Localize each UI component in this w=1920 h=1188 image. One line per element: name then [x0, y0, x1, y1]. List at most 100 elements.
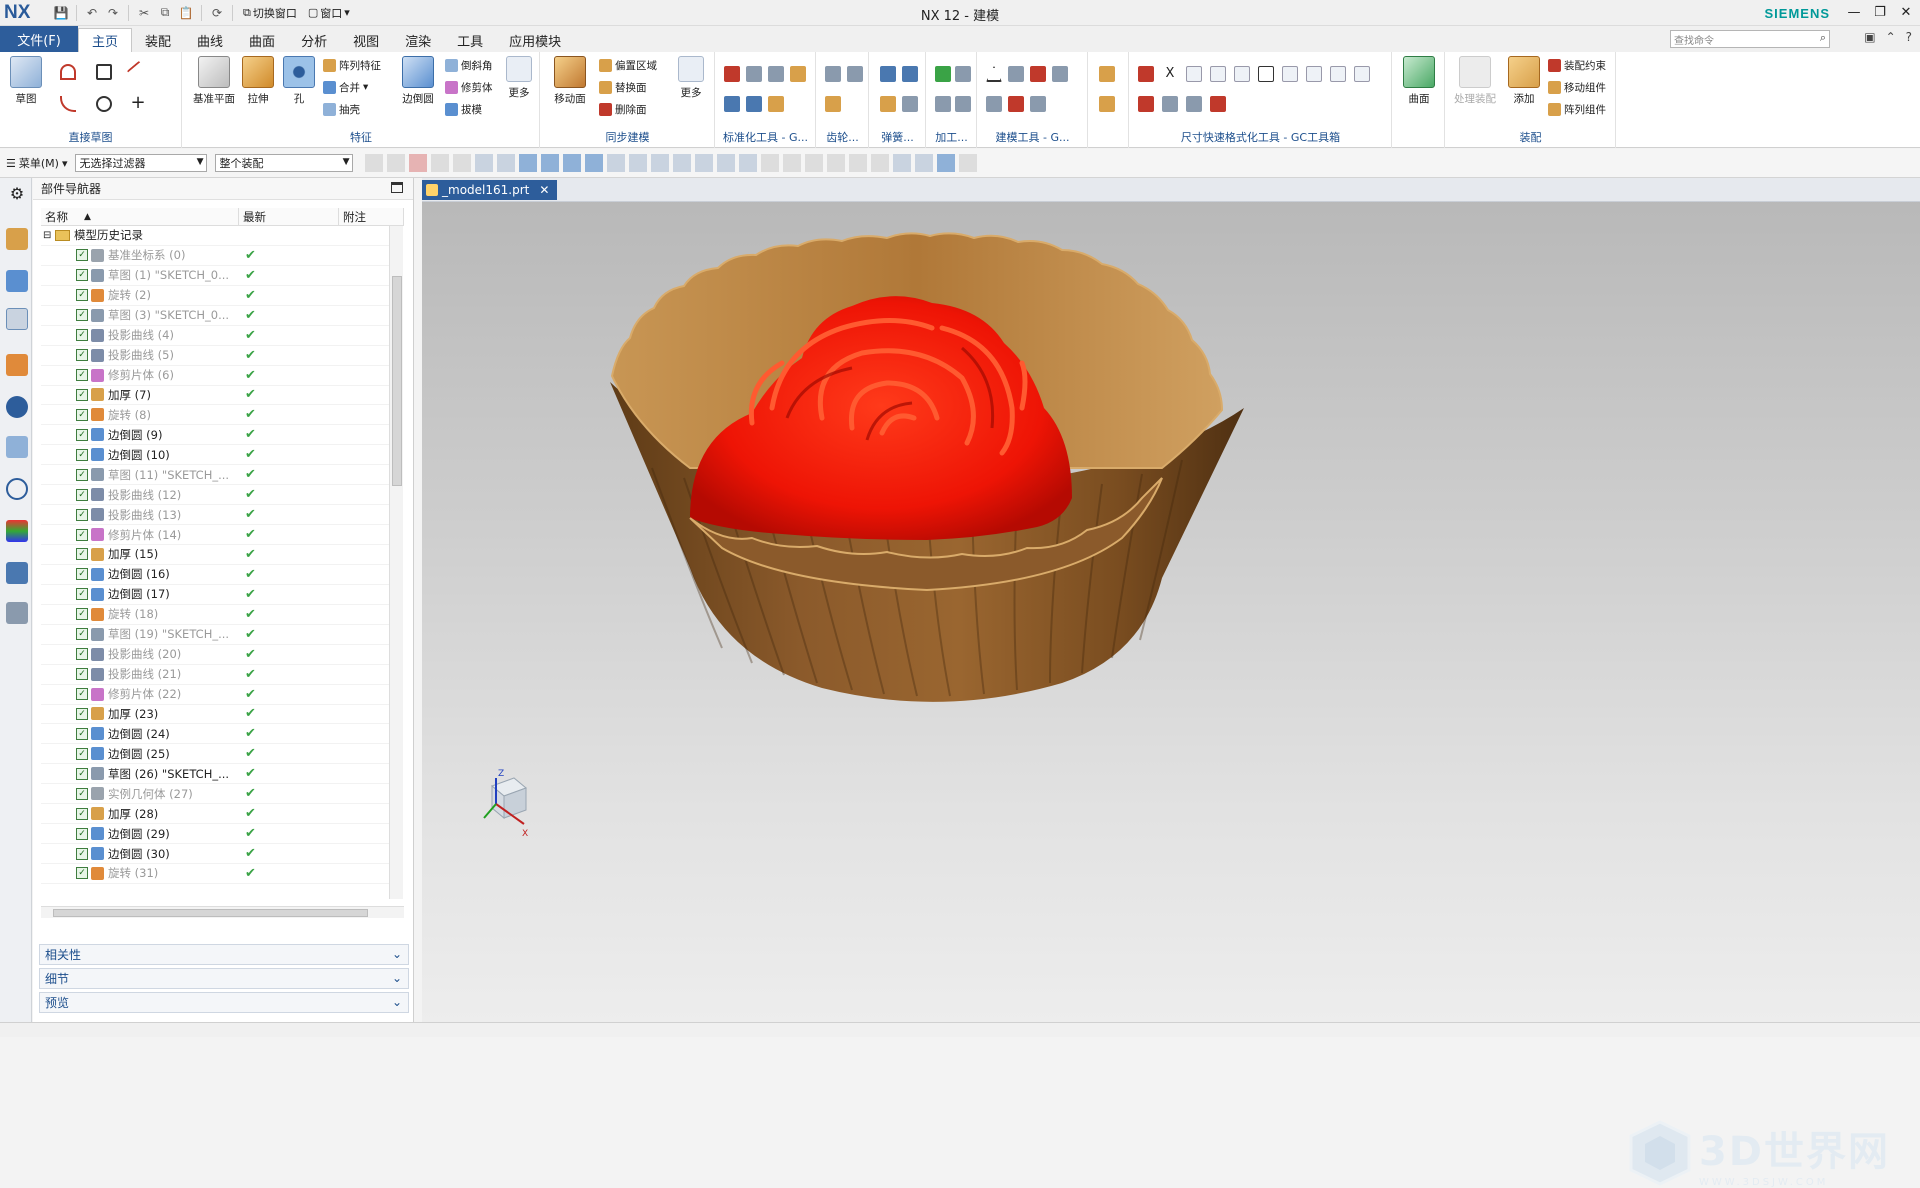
view-tool-icon[interactable]: [827, 154, 845, 172]
dimension-tool-icon[interactable]: [1138, 96, 1154, 112]
tree-node-row[interactable]: ✓边倒圆 (16)✔: [41, 565, 396, 585]
tree-node-row[interactable]: ✓旋转 (31)✔: [41, 864, 396, 884]
trim-body-button[interactable]: 修剪体: [445, 78, 493, 96]
checkbox-icon[interactable]: ✓: [76, 828, 88, 840]
misc-tool-icon[interactable]: [1099, 66, 1115, 82]
checkbox-icon[interactable]: ✓: [76, 389, 88, 401]
close-tab-icon[interactable]: ✕: [539, 183, 549, 197]
snap-point-icon[interactable]: [761, 154, 779, 172]
tab-render[interactable]: 渲染: [392, 28, 444, 52]
tree-node-row[interactable]: ✓加厚 (23)✔: [41, 705, 396, 725]
modeling-tool-icon[interactable]: [1030, 96, 1046, 112]
checkbox-icon[interactable]: ✓: [76, 329, 88, 341]
collapse-ribbon-icon[interactable]: ⌃: [1886, 30, 1896, 44]
paste-icon[interactable]: 📋: [177, 4, 195, 22]
checkbox-icon[interactable]: ✓: [76, 309, 88, 321]
assembly-navigator-icon[interactable]: [6, 228, 28, 250]
tree-node-row[interactable]: ✓投影曲线 (20)✔: [41, 645, 396, 665]
snap-point-icon[interactable]: [673, 154, 691, 172]
tree-node-row[interactable]: ✓基准坐标系 (0)✔: [41, 246, 396, 266]
tree-node-row[interactable]: ✓旋转 (18)✔: [41, 605, 396, 625]
tree-root-row[interactable]: ⊟模型历史记录: [41, 226, 396, 246]
profile-icon[interactable]: [60, 64, 76, 80]
gear-tool-icon[interactable]: [825, 66, 841, 82]
add-component-button[interactable]: 添加: [1504, 56, 1544, 106]
datum-plane-button[interactable]: 基准平面: [189, 56, 239, 106]
view-tool-icon[interactable]: [871, 154, 889, 172]
spring-tool-icon[interactable]: [902, 96, 918, 112]
modeling-tool-icon[interactable]: [1008, 66, 1024, 82]
selection-scope-select[interactable]: 整个装配▼: [215, 154, 353, 172]
checkbox-icon[interactable]: ✓: [76, 608, 88, 620]
spring-tool-icon[interactable]: [880, 96, 896, 112]
navigator-horizontal-scrollbar[interactable]: [41, 906, 404, 918]
checkbox-icon[interactable]: ✓: [76, 548, 88, 560]
scrollbar-thumb[interactable]: [392, 276, 402, 486]
selection-tool-icon[interactable]: [365, 154, 383, 172]
view-tool-icon[interactable]: [937, 154, 955, 172]
main-menu-button[interactable]: ☰菜单(M) ▾: [6, 155, 67, 171]
dimension-tool-icon[interactable]: X: [1162, 66, 1178, 82]
edge-blend-button[interactable]: 边倒圆: [395, 56, 441, 106]
point-icon[interactable]: +: [130, 96, 146, 112]
dimension-tool-icon[interactable]: [1186, 66, 1202, 82]
standard-tool-icon[interactable]: [768, 66, 784, 82]
move-component-button[interactable]: 移动组件: [1548, 78, 1606, 96]
dimension-tool-icon[interactable]: [1210, 96, 1226, 112]
selection-tool-icon[interactable]: [387, 154, 405, 172]
group-label-dimension-format[interactable]: 尺寸快速格式化工具 - GC工具箱: [1130, 129, 1391, 145]
tab-applications[interactable]: 应用模块: [496, 28, 574, 52]
checkbox-icon[interactable]: ✓: [76, 568, 88, 580]
dimension-tool-icon[interactable]: [1234, 66, 1250, 82]
snap-point-icon[interactable]: [563, 154, 581, 172]
tree-node-row[interactable]: ✓修剪片体 (6)✔: [41, 366, 396, 386]
group-label-gear[interactable]: 齿轮...: [817, 129, 868, 145]
tab-assembly[interactable]: 装配: [132, 28, 184, 52]
checkbox-icon[interactable]: ✓: [76, 628, 88, 640]
standard-tool-icon[interactable]: [790, 66, 806, 82]
constraint-navigator-icon[interactable]: [6, 270, 28, 292]
view-tool-icon[interactable]: [915, 154, 933, 172]
modeling-tool-icon[interactable]: [1008, 96, 1024, 112]
modeling-tool-icon[interactable]: [1052, 66, 1068, 82]
gear-icon[interactable]: ⚙: [6, 184, 28, 206]
checkbox-icon[interactable]: ✓: [76, 409, 88, 421]
navigator-vertical-scrollbar[interactable]: [389, 226, 403, 899]
cut-icon[interactable]: ✂: [135, 4, 153, 22]
process-assembly-button[interactable]: 处理装配: [1450, 56, 1500, 106]
extrude-button[interactable]: 拉伸: [238, 56, 278, 106]
switch-window-button[interactable]: ⧉切换窗口: [243, 5, 297, 21]
column-comment[interactable]: 附注: [339, 208, 404, 225]
checkbox-icon[interactable]: ✓: [76, 588, 88, 600]
checkbox-icon[interactable]: ✓: [76, 688, 88, 700]
dimension-tool-icon[interactable]: [1138, 66, 1154, 82]
modeling-tool-icon[interactable]: [1030, 66, 1046, 82]
tab-curve[interactable]: 曲线: [184, 28, 236, 52]
assembly-constraint-button[interactable]: 装配约束: [1548, 56, 1606, 74]
graphics-window[interactable]: Z X 3D世界网 WWW.3DSJW.COM: [422, 178, 1920, 1022]
surface-button[interactable]: 曲面: [1399, 56, 1439, 106]
tree-node-row[interactable]: ✓投影曲线 (12)✔: [41, 485, 396, 505]
group-label-modeling-tools[interactable]: 建模工具 - G...: [978, 129, 1087, 145]
misc-tool-icon[interactable]: [1099, 96, 1115, 112]
standard-tool-icon[interactable]: [724, 96, 740, 112]
section-preview[interactable]: 预览⌄: [39, 992, 409, 1013]
dimension-tool-icon[interactable]: [1162, 96, 1178, 112]
triangle-icon[interactable]: [986, 66, 1002, 82]
checkbox-icon[interactable]: ✓: [76, 429, 88, 441]
tree-node-row[interactable]: ✓边倒圆 (29)✔: [41, 824, 396, 844]
standard-tool-icon[interactable]: [746, 96, 762, 112]
snap-point-icon[interactable]: [585, 154, 603, 172]
tab-home[interactable]: 主页: [78, 28, 132, 52]
file-menu-button[interactable]: 文件(F): [0, 26, 78, 52]
tree-node-row[interactable]: ✓加厚 (7)✔: [41, 386, 396, 406]
replace-face-button[interactable]: 替换面: [599, 78, 647, 96]
spring-tool-icon[interactable]: [880, 66, 896, 82]
line-icon[interactable]: [127, 61, 150, 84]
spring-tool-icon[interactable]: [902, 66, 918, 82]
part-navigator-icon[interactable]: [6, 308, 28, 330]
reuse-library-icon[interactable]: [6, 354, 28, 376]
dimension-tool-icon[interactable]: [1354, 66, 1370, 82]
restore-icon[interactable]: ❐: [1870, 2, 1890, 22]
column-name[interactable]: 名称▲: [41, 208, 239, 225]
